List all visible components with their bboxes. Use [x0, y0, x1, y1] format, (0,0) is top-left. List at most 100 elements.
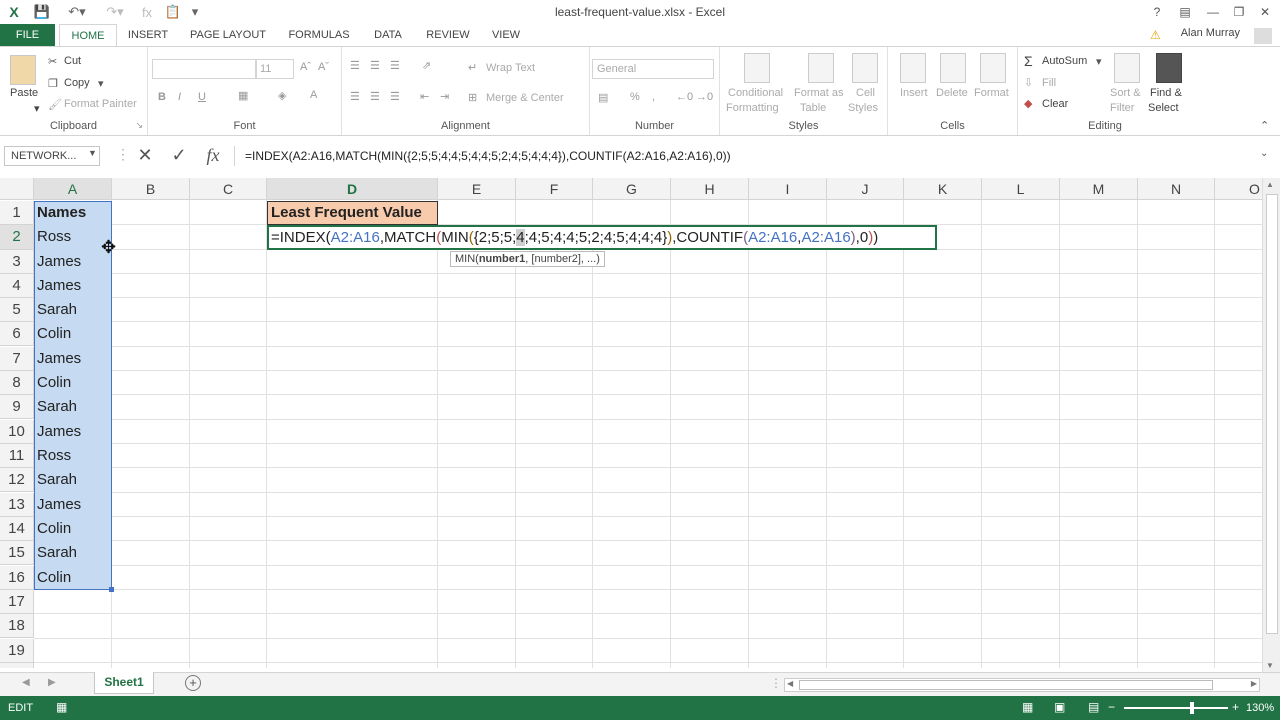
row-header-1[interactable]: 1 [0, 201, 34, 225]
fill-button[interactable]: Fill [1042, 77, 1056, 89]
font-color-icon[interactable]: A [310, 89, 317, 101]
tab-home[interactable]: HOME [59, 24, 117, 47]
col-header-a[interactable]: A [34, 178, 112, 200]
format-as-table-icon[interactable] [808, 53, 834, 83]
format-as-table-label2[interactable]: Table [800, 102, 826, 114]
row-header-12[interactable]: 12 [0, 468, 34, 492]
col-header-c[interactable]: C [190, 178, 267, 200]
cancel-icon[interactable]: ✕ [134, 144, 156, 166]
page-break-view-icon[interactable]: ▤ [1088, 700, 1099, 714]
zoom-level[interactable]: 130% [1246, 702, 1274, 714]
format-as-table-button[interactable]: Format as [794, 87, 844, 99]
increase-indent-icon[interactable]: ⇥ [440, 90, 449, 103]
cell-a9[interactable]: Sarah [34, 395, 77, 419]
insert-cells-icon[interactable] [900, 53, 926, 83]
conditional-formatting-icon[interactable] [744, 53, 770, 83]
expand-formula-bar-icon[interactable]: ⌄ [1260, 148, 1268, 159]
col-header-b[interactable]: B [112, 178, 190, 200]
row-header-7[interactable]: 7 [0, 347, 34, 371]
row-header-17[interactable]: 17 [0, 590, 34, 614]
italic-button[interactable]: I [178, 91, 181, 103]
new-sheet-icon[interactable]: + [185, 675, 201, 691]
splitter-icon[interactable]: ⋮ [770, 676, 782, 690]
number-format-select[interactable]: General [592, 59, 714, 79]
col-header-i[interactable]: I [749, 178, 827, 200]
row-header-6[interactable]: 6 [0, 322, 34, 346]
col-header-d[interactable]: D [267, 178, 438, 200]
worksheet-grid[interactable]: A B C D E F G H I J K L M N O 1 2 3 4 5 … [0, 178, 1262, 668]
row-header-20[interactable]: 20 [0, 663, 34, 668]
dialog-launcher-icon[interactable]: ↘ [135, 120, 143, 131]
prev-sheet-icon[interactable]: ◀ [22, 677, 30, 688]
format-cells-button[interactable]: Format [974, 87, 1009, 99]
currency-icon[interactable]: ▤ [598, 91, 608, 104]
col-header-h[interactable]: H [671, 178, 749, 200]
cell-styles-icon[interactable] [852, 53, 878, 83]
scroll-left-icon[interactable]: ◀ [787, 679, 793, 688]
col-header-j[interactable]: J [827, 178, 904, 200]
cell-styles-label2[interactable]: Styles [848, 102, 878, 114]
autosum-button[interactable]: AutoSum [1042, 55, 1087, 67]
bottom-align-icon[interactable]: ☰ [390, 59, 400, 72]
next-sheet-icon[interactable]: ▶ [48, 677, 56, 688]
row-header-9[interactable]: 9 [0, 395, 34, 419]
vertical-scrollbar[interactable]: ▲ ▼ [1262, 178, 1280, 672]
vertical-scroll-thumb[interactable] [1266, 194, 1278, 634]
tab-insert[interactable]: INSERT [124, 24, 172, 46]
name-box[interactable]: NETWORK... [4, 146, 100, 166]
scroll-right-icon[interactable]: ▶ [1251, 679, 1257, 688]
restore-icon[interactable]: ❐ [1226, 2, 1252, 22]
horizontal-scrollbar[interactable]: ◀ ▶ [784, 678, 1260, 692]
cell-d2-editor[interactable]: =INDEX(A2:A16,MATCH(MIN({2;5;5;4;4;5;4;4… [267, 225, 937, 250]
cell-a16[interactable]: Colin [34, 566, 71, 590]
cell-a7[interactable]: James [34, 347, 81, 371]
cell-styles-button[interactable]: Cell [856, 87, 875, 99]
cell-a13[interactable]: James [34, 493, 81, 517]
tab-file[interactable]: FILE [0, 24, 55, 46]
zoom-slider-thumb[interactable] [1190, 702, 1194, 714]
row-header-10[interactable]: 10 [0, 420, 34, 444]
conditional-formatting-label2[interactable]: Formatting [726, 102, 779, 114]
wrap-text-button[interactable]: Wrap Text [486, 62, 535, 74]
macro-record-icon[interactable]: ▦ [56, 700, 67, 714]
paste-button[interactable]: Paste [10, 87, 38, 99]
shrink-font-icon[interactable]: Aˇ [318, 61, 329, 73]
select-all-corner[interactable] [0, 178, 34, 200]
horizontal-scroll-thumb[interactable] [799, 680, 1213, 690]
collapse-ribbon-icon[interactable]: ⌃ [1260, 119, 1269, 132]
avatar[interactable] [1254, 28, 1272, 44]
row-header-2[interactable]: 2 [0, 225, 34, 250]
row-header-4[interactable]: 4 [0, 274, 34, 298]
font-size-select[interactable]: 11 [256, 59, 294, 79]
row-header-13[interactable]: 13 [0, 493, 34, 517]
help-button[interactable]: ? [1144, 2, 1170, 22]
comma-button[interactable]: , [652, 91, 655, 103]
minimize-icon[interactable]: — [1200, 2, 1226, 22]
delete-cells-icon[interactable] [940, 53, 966, 83]
col-header-o[interactable]: O [1215, 178, 1262, 200]
copy-button[interactable]: Copy [64, 77, 90, 89]
row-header-14[interactable]: 14 [0, 517, 34, 541]
cell-a15[interactable]: Sarah [34, 541, 77, 565]
zoom-in-icon[interactable]: + [1232, 700, 1239, 714]
format-painter-button[interactable]: Format Painter [64, 98, 137, 110]
tab-view[interactable]: VIEW [488, 24, 524, 46]
row-header-16[interactable]: 16 [0, 566, 34, 590]
cell-a5[interactable]: Sarah [34, 298, 77, 322]
col-header-e[interactable]: E [438, 178, 516, 200]
row-header-18[interactable]: 18 [0, 614, 34, 638]
font-name-select[interactable] [152, 59, 256, 79]
zoom-out-icon[interactable]: − [1108, 700, 1115, 714]
zoom-slider[interactable] [1124, 707, 1228, 709]
col-header-k[interactable]: K [904, 178, 982, 200]
percent-button[interactable]: % [630, 91, 640, 103]
cell-a11[interactable]: Ross [34, 444, 71, 468]
cell-a6[interactable]: Colin [34, 322, 71, 346]
row-header-19[interactable]: 19 [0, 639, 34, 663]
scroll-down-icon[interactable]: ▼ [1266, 661, 1274, 670]
top-align-icon[interactable]: ☰ [350, 59, 360, 72]
col-header-m[interactable]: M [1060, 178, 1138, 200]
formula-input[interactable]: =INDEX(A2:A16,MATCH(MIN({2;5;5;4;4;5;4;4… [234, 146, 1260, 166]
row-header-3[interactable]: 3 [0, 250, 34, 274]
middle-align-icon[interactable]: ☰ [370, 59, 380, 72]
